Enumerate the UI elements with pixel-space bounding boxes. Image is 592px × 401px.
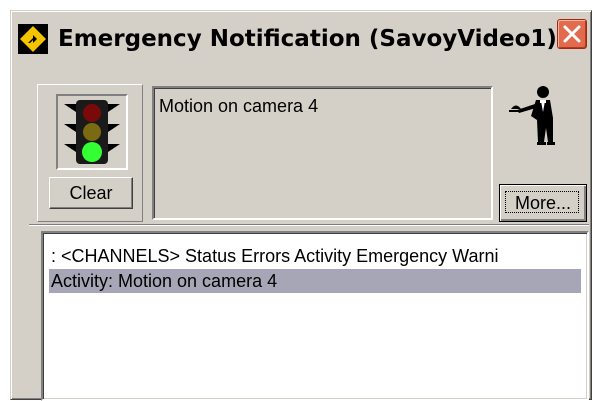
window-title: Emergency Notification (SavoyVideo1) xyxy=(58,26,557,52)
divider xyxy=(29,224,589,226)
butler-icon xyxy=(509,86,555,145)
event-log-list[interactable]: : <CHANNELS> Status Errors Activity Emer… xyxy=(41,231,589,401)
message-text: Motion on camera 4 xyxy=(159,96,319,116)
message-panel: Motion on camera 4 xyxy=(152,86,493,220)
yellow-light xyxy=(83,123,101,141)
more-button-label: More... xyxy=(514,193,571,213)
traffic-light-icon xyxy=(64,100,120,164)
app-diamond-icon xyxy=(18,24,48,54)
list-item[interactable]: Activity: Motion on camera 4 xyxy=(49,269,581,293)
green-light xyxy=(82,142,102,162)
clear-button[interactable]: Clear xyxy=(49,177,133,209)
title-bar[interactable]: Emergency Notification (SavoyVideo1) xyxy=(14,14,588,62)
more-button[interactable]: More... xyxy=(499,184,587,222)
close-button[interactable] xyxy=(557,19,587,49)
red-light xyxy=(83,104,101,122)
traffic-light-display xyxy=(56,94,128,170)
emergency-notification-window: Emergency Notification (SavoyVideo1) Cle… xyxy=(10,10,592,401)
close-x-icon xyxy=(563,25,581,43)
log-channels-header[interactable]: : <CHANNELS> Status Errors Activity Emer… xyxy=(49,244,581,268)
